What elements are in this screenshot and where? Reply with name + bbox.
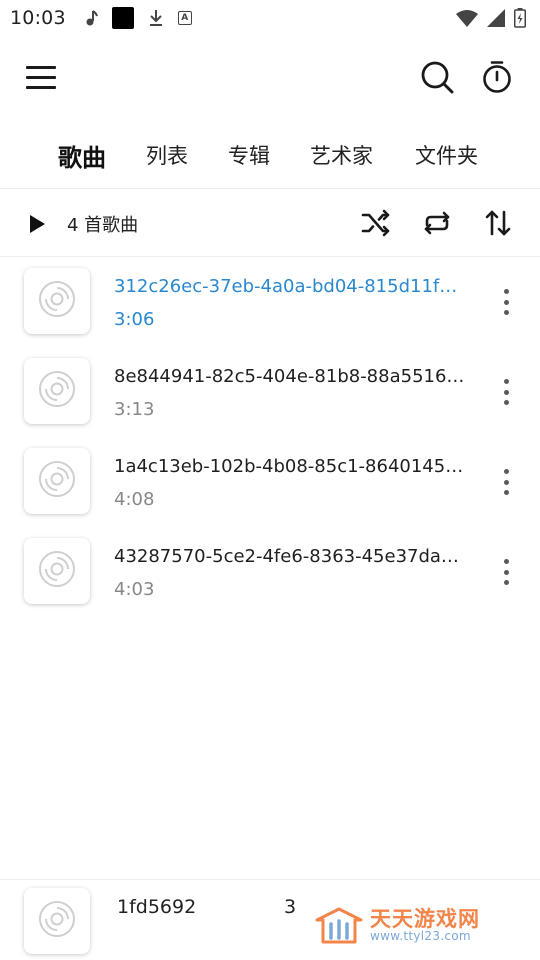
wifi-icon (456, 9, 478, 27)
music-note-icon (84, 9, 98, 27)
song-title: 43287570-5ce2-4fe6-8363-45e37da… (114, 546, 459, 567)
more-options-icon[interactable] (494, 286, 518, 318)
download-icon (148, 9, 164, 27)
shuffle-icon[interactable] (360, 207, 392, 239)
disc-icon (38, 900, 76, 942)
song-duration: 3:13 (114, 399, 155, 420)
disc-icon (38, 460, 76, 502)
song-list: 312c26ec-37eb-4a0a-bd04-815d11f… 3:06 8e… (0, 258, 540, 618)
action-row: 4 首歌曲 (0, 189, 540, 257)
song-duration: 3:06 (114, 309, 155, 330)
a-box-icon: A (177, 11, 192, 25)
status-icons-right (456, 8, 526, 28)
watermark-url: www.ttyl23.com (370, 929, 471, 943)
signal-icon (487, 9, 505, 27)
mini-player-extra: 3 (284, 896, 297, 918)
album-art (24, 448, 90, 514)
song-title: 312c26ec-37eb-4a0a-bd04-815d11f… (114, 276, 458, 297)
more-options-icon[interactable] (494, 466, 518, 498)
watermark: 天天游戏网 www.ttyl23.com (312, 898, 502, 950)
disc-icon (38, 370, 76, 412)
battery-icon (514, 8, 526, 28)
action-row-divider (0, 256, 540, 257)
play-all-button[interactable]: 4 首歌曲 (30, 211, 138, 237)
mini-player-album-art (24, 888, 90, 954)
mini-player-title: 1fd5692 (117, 896, 197, 918)
search-icon[interactable] (420, 60, 454, 94)
category-tabs: 歌曲 列表 专辑 艺术家 文件夹 (0, 120, 540, 188)
tab-playlists[interactable]: 列表 (146, 140, 188, 170)
more-options-icon[interactable] (494, 556, 518, 588)
song-count: 4 首歌曲 (67, 215, 139, 236)
song-title: 1a4c13eb-102b-4b08-85c1-8640145… (114, 456, 464, 477)
menu-icon[interactable] (26, 66, 56, 90)
song-row[interactable]: 8e844941-82c5-404e-81b8-88a5516… 3:13 (0, 348, 540, 438)
tab-songs[interactable]: 歌曲 (58, 138, 106, 173)
timer-icon[interactable] (481, 60, 513, 94)
status-bar: 10:03 A (0, 0, 540, 36)
disc-icon (38, 280, 76, 322)
status-icons-left: A (84, 7, 192, 29)
watermark-logo-icon (314, 906, 364, 946)
song-duration: 4:03 (114, 579, 155, 600)
song-title: 8e844941-82c5-404e-81b8-88a5516… (114, 366, 465, 387)
status-time: 10:03 (10, 7, 66, 29)
tab-albums[interactable]: 专辑 (228, 140, 270, 170)
album-art (24, 358, 90, 424)
sort-icon[interactable] (482, 207, 514, 239)
top-toolbar (0, 36, 540, 120)
album-art (24, 268, 90, 334)
song-row[interactable]: 43287570-5ce2-4fe6-8363-45e37da… 4:03 (0, 528, 540, 618)
song-duration: 4:08 (114, 489, 155, 510)
play-icon (30, 215, 45, 233)
tab-artists[interactable]: 艺术家 (310, 140, 373, 170)
disc-icon (38, 550, 76, 592)
more-options-icon[interactable] (494, 376, 518, 408)
album-art (24, 538, 90, 604)
song-row[interactable]: 312c26ec-37eb-4a0a-bd04-815d11f… 3:06 (0, 258, 540, 348)
tab-folders[interactable]: 文件夹 (415, 140, 478, 170)
repeat-icon[interactable] (421, 207, 453, 239)
black-square-icon (111, 7, 134, 29)
song-row[interactable]: 1a4c13eb-102b-4b08-85c1-8640145… 4:08 (0, 438, 540, 528)
